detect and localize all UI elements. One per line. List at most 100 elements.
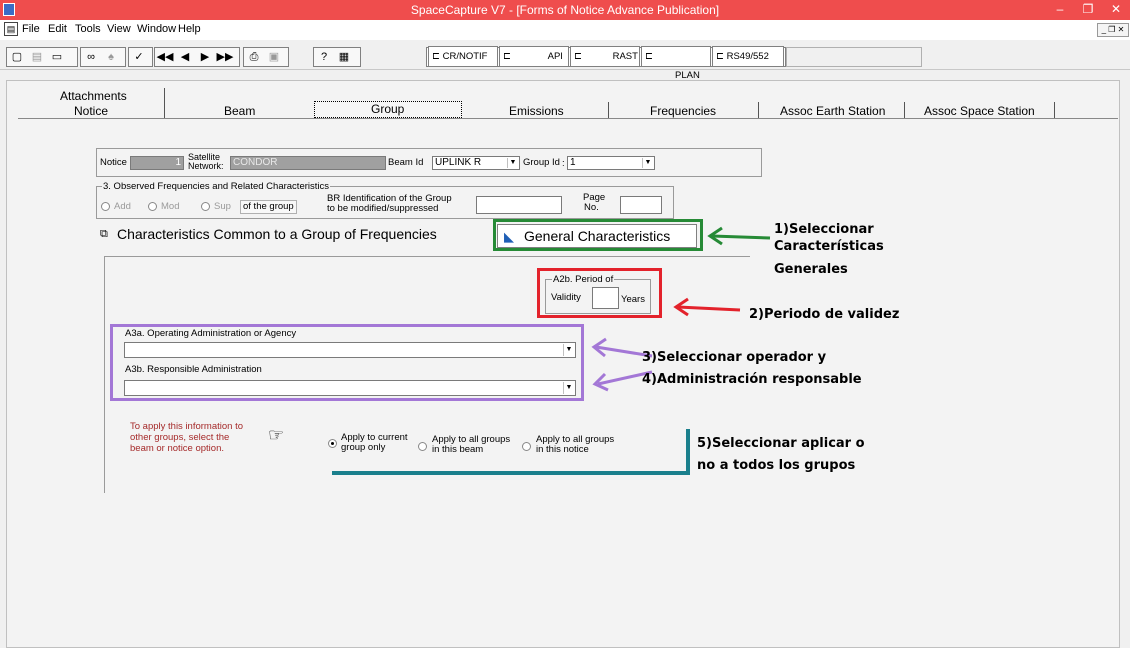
menu-tools[interactable]: Tools [75,23,101,35]
check-icon[interactable]: ✓ [129,48,149,66]
tab-rs49-label: RS49/552 [726,51,769,62]
clipboard-icon: ⧉ [100,228,108,240]
tab-beam[interactable]: Beam [224,104,255,118]
menu-window[interactable]: Window [137,23,176,35]
section-title: Characteristics Common to a Group of Fre… [117,226,437,242]
export-icon[interactable]: ▣ [264,48,284,66]
binoculars-icon[interactable]: ∞ [81,48,101,66]
document-icon[interactable]: ▤ [4,22,18,36]
apply-beam-label-2: in this beam [432,444,484,455]
title-bar: SpaceCapture V7 - [Forms of Notice Advan… [0,0,1130,20]
highlight-administration [110,324,584,401]
tab-api-label: API [547,51,563,62]
annotation-3: 3)Seleccionar operador y [642,350,827,365]
annotation-2: 2)Periodo de validez [749,307,900,322]
tab-assoc-earth[interactable]: Assoc Earth Station [780,104,885,118]
notice-field[interactable]: 1 [130,156,184,170]
highlight-period-validity [537,268,662,318]
calculator-icon[interactable]: ▦ [334,48,354,66]
find-icon[interactable]: ♠ [101,48,121,66]
annotation-1-line-2: Características [774,239,884,254]
satellite-label: Satellite Network: [188,152,224,171]
group-id-label: Group Id [523,157,560,168]
apply-beam-radio[interactable] [418,442,427,451]
tab-divider [758,102,759,118]
menu-view[interactable]: View [107,23,131,35]
restore-icon[interactable]: ❐ [1074,0,1102,20]
group-id-dropdown[interactable]: 1 ▼ [567,156,655,170]
open-folder-icon[interactable]: ▭ [47,48,67,66]
chevron-down-icon[interactable]: ▼ [642,158,653,168]
sup-label: Sup [214,201,231,212]
help-icon[interactable]: ? [314,48,334,66]
tab-rast-label: RAST [612,51,638,62]
menu-file[interactable]: File [22,23,40,35]
tab-divider [1054,102,1055,118]
br-id-field[interactable] [476,196,562,214]
menu-edit[interactable]: Edit [48,23,67,35]
red-arrow-icon [673,297,741,317]
page-no-field[interactable] [620,196,662,214]
tab-emissions[interactable]: Emissions [509,104,564,118]
tab-assoc-space[interactable]: Assoc Space Station [924,104,1035,118]
beam-id-dropdown[interactable]: UPLINK R ▼ [432,156,520,170]
minimize-icon[interactable]: – [1046,0,1074,20]
tab-notice[interactable]: Notice [74,104,108,118]
green-arrow-icon [707,226,771,246]
apply-hint-3: beam or notice option. [130,443,225,454]
prev-record-icon[interactable]: ◀ [175,48,195,66]
print-icon[interactable]: ⎙ [244,48,264,66]
mod-radio[interactable] [148,202,157,211]
page-label-2: No. [584,202,599,213]
tab-rast[interactable]: ⊏ RAST [570,46,640,67]
apply-hint-2: other groups, select the [130,432,230,443]
apply-current-radio[interactable] [328,439,337,448]
tab-plan[interactable]: ⊏ PLAN [641,46,711,81]
tab-divider [164,102,165,118]
tab-rs49[interactable]: ⊏ RS49/552 [712,46,784,67]
tab-group[interactable]: Group [371,102,404,116]
group-id-value: 1 [570,157,576,168]
annotation-5-line-1: 5)Seleccionar aplicar o [697,436,865,451]
next-record-icon[interactable]: ▶ [195,48,215,66]
toolbar-file-group: ▢ ▤ ▭ [6,47,78,67]
mod-label: Mod [161,201,180,212]
first-record-icon[interactable]: ◀◀ [155,48,175,66]
add-label: Add [114,201,131,212]
annotation-1-line-3: Generales [774,262,848,277]
satellite-field[interactable]: CONDOR [230,156,386,170]
tab-frequencies[interactable]: Frequencies [650,104,716,118]
tab-divider [608,102,609,118]
tab-api[interactable]: ⊏ API [499,46,569,67]
mdi-controls[interactable]: _ ❐ ✕ [1097,23,1129,37]
apply-notice-radio[interactable] [522,442,531,451]
toolbar-help-group: ? ▦ [313,47,361,67]
tab-crnotif[interactable]: ⊏ CR/NOTIF [428,46,498,67]
pointing-hand-icon: ☞ [268,425,285,445]
last-record-icon[interactable]: ▶▶ [215,48,235,66]
panel-top-border [104,256,750,257]
annotation-4: 4)Administración responsable [642,372,862,387]
notice-label: Notice [100,157,127,168]
app-icon[interactable] [3,3,15,16]
highlight-apply-underline [332,471,690,475]
toolbar-view-group: ∞ ♠ [80,47,126,67]
br-id-label-2: to be modified/suppressed [327,203,439,214]
tab-attachments[interactable]: Attachments [60,89,127,103]
open-disabled-icon[interactable]: ▤ [27,48,47,66]
add-radio[interactable] [101,202,110,211]
menu-help[interactable]: Help [178,23,201,35]
chevron-down-icon[interactable]: ▼ [507,158,518,168]
beam-id-label: Beam Id [388,157,424,168]
annotation-1-line-1: 1)Seleccionar [774,222,874,237]
window-title: SpaceCapture V7 - [Forms of Notice Advan… [410,3,720,17]
tab-crnotif-label: CR/NOTIF [442,51,488,62]
observed-frequencies-legend: 3. Observed Frequencies and Related Char… [102,181,331,192]
of-the-group-label: of the group [240,200,297,214]
new-icon[interactable]: ▢ [7,48,27,66]
sup-radio[interactable] [201,202,210,211]
tab-divider [904,102,905,118]
highlight-apply-bracket [686,429,690,475]
close-icon[interactable]: ✕ [1102,0,1130,20]
beam-id-value: UPLINK R [435,157,482,168]
